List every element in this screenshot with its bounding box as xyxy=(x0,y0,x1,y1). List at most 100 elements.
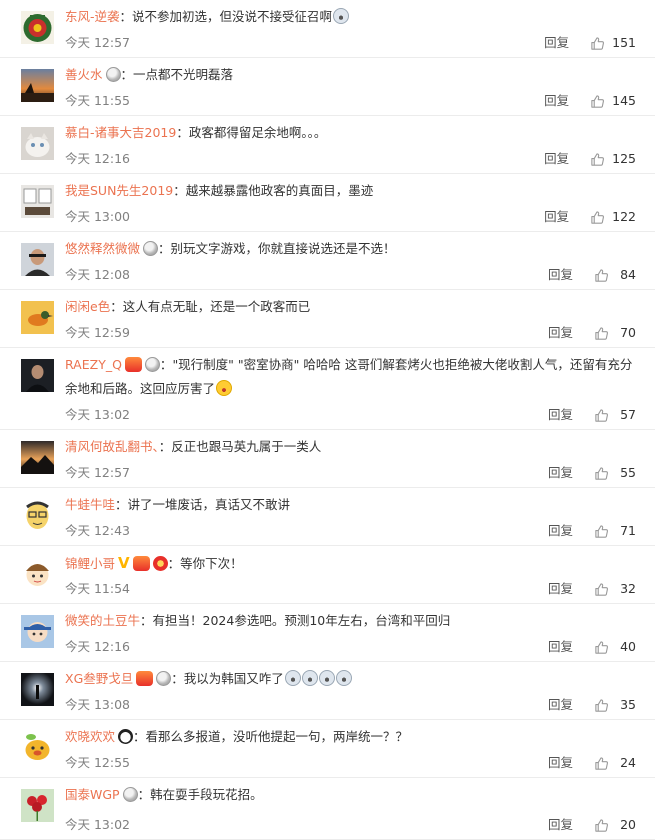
like-count: 35 xyxy=(620,697,636,712)
username-link[interactable]: 欢晓欢欢 xyxy=(65,729,115,744)
like-count: 70 xyxy=(620,325,636,340)
comment-actions: 回复 24 xyxy=(548,754,636,772)
comment-text: 国泰WGP ：韩在耍手段玩花招。 xyxy=(65,783,640,807)
thumbs-up-icon[interactable] xyxy=(590,210,605,225)
comment-text: 慕白-诸事大吉2019：政客都得留足余地啊。。。 xyxy=(65,121,640,145)
username-link[interactable]: XG叁野戈旦 xyxy=(65,671,133,686)
comment-text: 我是SUN先生2019：越来越暴露他政客的真面目，墨迹 xyxy=(65,179,640,203)
username-link[interactable]: 闲闲e色 xyxy=(65,299,110,314)
separator: ： xyxy=(176,125,189,140)
reply-button[interactable]: 回复 xyxy=(548,816,573,834)
reply-button[interactable]: 回复 xyxy=(544,92,569,110)
scream-emoji-icon xyxy=(335,670,352,686)
reply-button[interactable]: 回复 xyxy=(548,464,573,482)
user-avatar[interactable] xyxy=(21,789,54,822)
comment-text: 锦鲤小哥 V ：等你下次！ xyxy=(65,551,640,576)
comment-body: 说不参加初选，但没说不接受征召啊 xyxy=(132,9,333,24)
comment-timestamp: 今天 12:57 xyxy=(65,465,130,480)
comment-actions: 回复 122 xyxy=(544,208,636,226)
comment-timestamp: 今天 13:02 xyxy=(65,817,130,832)
reply-button[interactable]: 回复 xyxy=(548,638,573,656)
comment-actions: 回复 84 xyxy=(548,266,636,284)
username-link[interactable]: 清风何故乱翻书、 xyxy=(65,439,159,454)
user-avatar[interactable] xyxy=(21,301,54,334)
username-link[interactable]: 善火水 xyxy=(65,67,103,82)
user-avatar[interactable] xyxy=(21,359,54,392)
like-count: 57 xyxy=(620,407,636,422)
scream-emoji-icon xyxy=(333,8,350,24)
thumbs-up-icon[interactable] xyxy=(594,756,609,771)
reply-button[interactable]: 回复 xyxy=(548,522,573,540)
user-avatar[interactable] xyxy=(21,441,54,474)
like-count: 40 xyxy=(620,639,636,654)
thumbs-up-icon[interactable] xyxy=(594,466,609,481)
like-count: 151 xyxy=(612,35,636,50)
reply-button[interactable]: 回复 xyxy=(548,696,573,714)
comment-body: 讲了一堆废话，真话又不敢讲 xyxy=(127,497,291,512)
comment-text: 欢晓欢欢 ：看那么多报道，没听他提起一句，两岸统一？？ xyxy=(65,725,640,749)
comment-actions: 回复 32 xyxy=(548,580,636,598)
user-avatar[interactable] xyxy=(21,11,54,44)
username-link[interactable]: 国泰WGP xyxy=(65,787,120,802)
comment-actions: 回复 145 xyxy=(544,92,636,110)
thumbs-up-icon[interactable] xyxy=(590,152,605,167)
user-avatar[interactable] xyxy=(21,673,54,706)
medal-badge-icon xyxy=(156,671,172,686)
username-link[interactable]: 牛蛙牛哇 xyxy=(65,497,115,512)
thumbs-up-icon[interactable] xyxy=(594,640,609,655)
username-link[interactable]: 锦鲤小哥 xyxy=(65,556,115,571)
user-avatar[interactable] xyxy=(21,731,54,764)
thumbs-up-icon[interactable] xyxy=(590,36,605,51)
reply-button[interactable]: 回复 xyxy=(548,406,573,424)
username-link[interactable]: 悠然释然微微 xyxy=(65,241,140,256)
user-avatar[interactable] xyxy=(21,243,54,276)
separator: ： xyxy=(171,671,184,686)
comment-body: 别玩文字游戏，你就直接说选还是不选！ xyxy=(170,241,396,256)
user-avatar[interactable] xyxy=(21,69,54,102)
username-link[interactable]: RAEZY_Q xyxy=(65,357,122,372)
comment-timestamp: 今天 12:08 xyxy=(65,267,130,282)
reply-button[interactable]: 回复 xyxy=(548,266,573,284)
reply-button[interactable]: 回复 xyxy=(544,208,569,226)
comment-body: 有担当！2024参选吧。预测10年左右，台湾和平回归 xyxy=(152,613,451,628)
comment-actions: 回复 70 xyxy=(548,324,636,342)
reply-button[interactable]: 回复 xyxy=(548,324,573,342)
thumbs-up-icon[interactable] xyxy=(594,524,609,539)
thumbs-up-icon[interactable] xyxy=(594,408,609,423)
medal-badge-icon xyxy=(143,241,159,256)
comment-body: 看那么多报道，没听他提起一句，两岸统一？？ xyxy=(145,729,409,744)
comment-timestamp: 今天 13:00 xyxy=(65,209,130,224)
thumbs-up-icon[interactable] xyxy=(594,582,609,597)
username-link[interactable]: 慕白-诸事大吉2019 xyxy=(65,125,176,140)
like-count: 71 xyxy=(620,523,636,538)
separator: ： xyxy=(159,357,173,372)
reply-button[interactable]: 回复 xyxy=(548,580,573,598)
comment-timestamp: 今天 13:08 xyxy=(65,697,130,712)
comment-item: XG叁野戈旦 ：我以为韩国又咋了 今天 13:08 回复 35 xyxy=(0,662,655,720)
reply-button[interactable]: 回复 xyxy=(548,754,573,772)
username-link[interactable]: 东风-逆袭 xyxy=(65,9,120,24)
thumbs-up-icon[interactable] xyxy=(594,698,609,713)
thumbs-up-icon[interactable] xyxy=(594,818,609,833)
laugh-emoji-icon xyxy=(216,380,233,396)
username-link[interactable]: 我是SUN先生2019 xyxy=(65,183,173,198)
user-avatar[interactable] xyxy=(21,185,54,218)
user-avatar[interactable] xyxy=(21,499,54,532)
reply-button[interactable]: 回复 xyxy=(544,150,569,168)
user-avatar[interactable] xyxy=(21,615,54,648)
comment-text: 闲闲e色：这人有点无耻，还是一个政客而已 xyxy=(65,295,640,319)
like-count: 32 xyxy=(620,581,636,596)
like-count: 20 xyxy=(620,817,636,832)
reply-button[interactable]: 回复 xyxy=(544,34,569,52)
thumbs-up-icon[interactable] xyxy=(594,326,609,341)
red-badge-icon xyxy=(152,556,168,571)
thumbs-up-icon[interactable] xyxy=(594,268,609,283)
thumbs-up-icon[interactable] xyxy=(590,94,605,109)
user-avatar[interactable] xyxy=(21,557,54,590)
comment-item: 锦鲤小哥 V ：等你下次！ 今天 11:54 回复 32 xyxy=(0,546,655,604)
username-link[interactable]: 微笑的土豆牛 xyxy=(65,613,140,628)
fire-badge-icon xyxy=(132,556,150,571)
user-avatar[interactable] xyxy=(21,127,54,160)
comment-timestamp: 今天 11:55 xyxy=(65,93,130,108)
comment-item: 善火水 ：一点都不光明磊落 今天 11:55 回复 145 xyxy=(0,58,655,116)
